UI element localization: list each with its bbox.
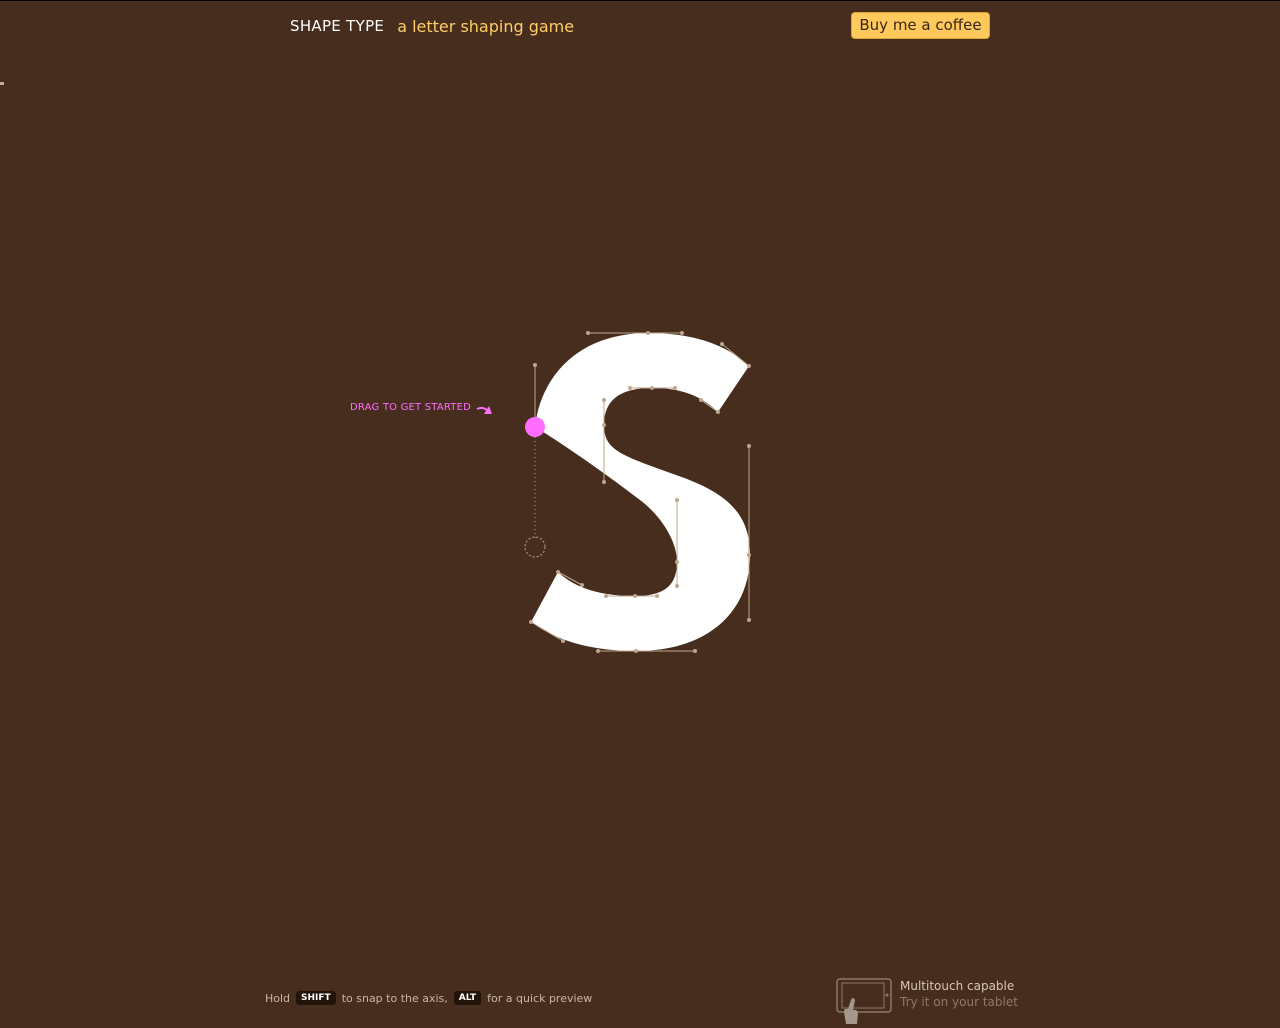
multitouch-info: Multitouch capable Try it on your tablet xyxy=(836,978,1018,1024)
multitouch-subtitle: Try it on your tablet xyxy=(900,995,1018,1009)
control-point[interactable] xyxy=(675,584,679,588)
control-point[interactable] xyxy=(633,594,637,598)
multitouch-title: Multitouch capable xyxy=(900,979,1015,993)
control-point[interactable] xyxy=(596,649,600,653)
control-point[interactable] xyxy=(673,386,677,390)
letter-canvas xyxy=(476,331,751,653)
letter-glyph xyxy=(531,333,750,651)
control-point[interactable] xyxy=(602,398,606,402)
control-point[interactable] xyxy=(747,444,751,448)
control-point[interactable] xyxy=(628,386,632,390)
control-point[interactable] xyxy=(586,331,590,335)
control-point[interactable] xyxy=(716,410,720,414)
tip-text-end: for a quick preview xyxy=(487,991,593,1005)
control-point[interactable] xyxy=(533,363,537,367)
control-point[interactable] xyxy=(747,618,751,622)
control-point[interactable] xyxy=(602,423,606,427)
tip-text-mid: to snap to the axis, xyxy=(341,991,448,1005)
hand-icon xyxy=(844,998,858,1024)
control-point[interactable] xyxy=(529,620,533,624)
control-point[interactable] xyxy=(675,560,679,564)
control-point[interactable] xyxy=(747,364,751,368)
control-point[interactable] xyxy=(693,649,697,653)
control-point[interactable] xyxy=(720,342,724,346)
control-point[interactable] xyxy=(747,553,751,557)
arrow-icon xyxy=(476,406,492,414)
control-point[interactable] xyxy=(634,649,638,653)
drag-target-circle xyxy=(524,536,546,558)
control-point[interactable] xyxy=(646,331,650,335)
shift-key-badge: SHIFT xyxy=(296,991,336,1005)
control-point[interactable] xyxy=(650,386,654,390)
control-point[interactable] xyxy=(604,594,608,598)
control-point[interactable] xyxy=(680,331,684,335)
control-point[interactable] xyxy=(561,639,565,643)
keyboard-tip: Hold SHIFT to snap to the axis, ALT for … xyxy=(265,991,592,1005)
tip-text-hold: Hold xyxy=(265,991,291,1005)
control-point[interactable] xyxy=(580,583,584,587)
control-point[interactable] xyxy=(602,480,606,484)
control-point[interactable] xyxy=(699,398,703,402)
tablet-icon xyxy=(836,978,894,1024)
control-point[interactable] xyxy=(556,570,560,574)
control-point[interactable] xyxy=(675,498,679,502)
drag-hint: DRAG TO GET STARTED xyxy=(350,402,472,413)
active-drag-handle[interactable] xyxy=(525,417,545,437)
alt-key-badge: ALT xyxy=(453,991,482,1005)
control-point[interactable] xyxy=(655,594,659,598)
